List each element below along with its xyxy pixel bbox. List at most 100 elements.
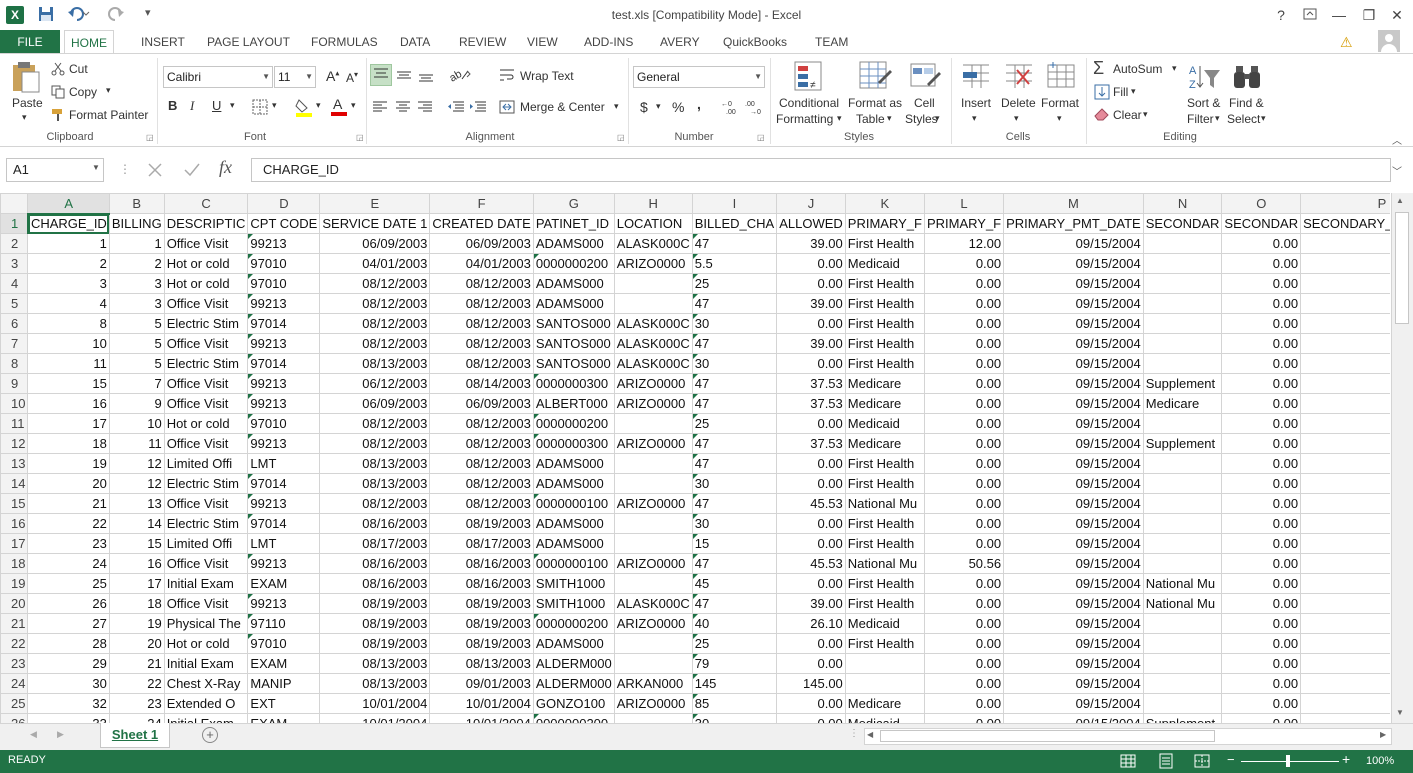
cell[interactable]: 08/12/2003 — [429, 313, 534, 334]
cell[interactable] — [1142, 653, 1223, 674]
cell[interactable]: 09/15/2004 — [1003, 653, 1144, 674]
cell[interactable]: Medicare — [1142, 393, 1223, 414]
tab-add-ins[interactable]: ADD-INS — [578, 30, 639, 54]
cell[interactable]: National Mu — [844, 493, 925, 514]
zoom-level[interactable]: 100% — [1366, 755, 1394, 767]
cell[interactable]: Initial Exam — [163, 713, 249, 723]
cell[interactable]: 09/15/2004 — [1003, 633, 1144, 654]
cell[interactable]: 09/15/2004 — [1300, 373, 1390, 394]
cell[interactable]: 08/12/2003 — [429, 473, 534, 494]
cell[interactable]: 12.00 — [923, 233, 1005, 254]
cell[interactable]: 0.00 — [923, 513, 1005, 534]
cell[interactable]: 09/15/2004 — [1300, 473, 1390, 494]
cell[interactable]: Medicaid — [844, 713, 925, 723]
cell[interactable] — [613, 413, 693, 434]
cell[interactable]: Office Visit — [163, 433, 249, 454]
cell[interactable] — [613, 273, 693, 294]
cell[interactable]: 06/12/2003 — [319, 373, 431, 394]
clear-dropdown-icon[interactable]: ▾ — [1143, 109, 1148, 120]
cell[interactable] — [1142, 273, 1223, 294]
cell[interactable]: 30 — [691, 713, 778, 723]
bold-button[interactable]: B — [168, 98, 177, 113]
cell[interactable]: 23 — [108, 693, 165, 714]
cell[interactable]: 99213 — [247, 373, 321, 394]
alignment-launcher-icon[interactable]: ◲ — [617, 133, 625, 142]
cell[interactable]: 09/15/2004 — [1003, 293, 1144, 314]
conditional-dropdown-icon[interactable]: ▾ — [837, 113, 842, 124]
help-button[interactable]: ? — [1266, 4, 1296, 26]
cell[interactable]: Medicaid — [844, 413, 925, 434]
delete-dropdown-icon[interactable]: ▾ — [1014, 113, 1019, 124]
cell[interactable]: 97010 — [247, 633, 321, 654]
number-launcher-icon[interactable]: ◲ — [757, 133, 765, 142]
cell[interactable]: 1 — [27, 233, 110, 254]
cell[interactable]: 11 — [108, 433, 165, 454]
cell[interactable]: First Health — [844, 513, 925, 534]
cell[interactable]: 99213 — [247, 393, 321, 414]
fill-dropdown-icon[interactable]: ▾ — [1131, 86, 1136, 97]
cell[interactable]: 09/15/2004 — [1003, 413, 1144, 434]
cell[interactable]: 06/09/2003 — [319, 393, 431, 414]
cell[interactable]: 0.00 — [923, 333, 1005, 354]
cell[interactable]: Office Visit — [163, 333, 249, 354]
cell[interactable]: ARIZO0000 — [613, 253, 693, 274]
cell[interactable]: CHARGE_ID — [27, 213, 110, 234]
row-header[interactable]: 26 — [0, 713, 29, 723]
cell[interactable]: SECONDARY_PMT_DATE — [1300, 213, 1390, 234]
clipboard-launcher-icon[interactable]: ◲ — [146, 133, 154, 142]
cell[interactable]: 0.00 — [776, 693, 846, 714]
cell[interactable]: 06/09/2003 — [319, 233, 431, 254]
cell[interactable]: EXT — [247, 693, 321, 714]
font-color-icon[interactable]: A — [330, 96, 348, 119]
cell[interactable]: 0000000100 — [532, 553, 615, 574]
cell[interactable]: ALASK000C — [613, 593, 693, 614]
fill-color-icon[interactable] — [295, 97, 313, 120]
cell[interactable] — [1142, 333, 1223, 354]
column-header[interactable]: N — [1142, 193, 1223, 214]
cell[interactable]: 08/16/2003 — [429, 553, 534, 574]
cell[interactable]: Limited Offi — [163, 453, 249, 474]
cell[interactable]: 09/15/2004 — [1300, 313, 1390, 334]
decrease-font-size-icon[interactable]: A▾ — [346, 70, 358, 85]
cell[interactable]: ALDERM000 — [532, 653, 615, 674]
column-header[interactable]: D — [247, 193, 321, 214]
cell[interactable] — [1142, 673, 1223, 694]
cell[interactable]: 0.00 — [1221, 573, 1302, 594]
cell[interactable]: 09/15/2004 — [1300, 633, 1390, 654]
cell[interactable]: 09/15/2004 — [1300, 353, 1390, 374]
cell[interactable]: 09/15/2004 — [1003, 473, 1144, 494]
cell[interactable]: 47 — [691, 333, 778, 354]
cell[interactable]: 45 — [691, 573, 778, 594]
column-header[interactable]: P — [1300, 193, 1390, 214]
cell[interactable]: 0.00 — [776, 473, 846, 494]
cell[interactable] — [1142, 233, 1223, 254]
expand-formula-bar-icon[interactable]: ﹀ — [1392, 163, 1402, 178]
cell[interactable]: Electric Stim — [163, 513, 249, 534]
horizontal-scroll-thumb[interactable] — [880, 730, 1215, 742]
cell[interactable] — [1142, 553, 1223, 574]
cell[interactable]: 23 — [27, 533, 110, 554]
merge-center-button[interactable]: Merge & Center — [520, 100, 605, 114]
format-as-table-button[interactable]: Format as — [848, 96, 902, 110]
cell[interactable]: 25 — [27, 573, 110, 594]
cell[interactable]: 5 — [108, 333, 165, 354]
scroll-up-icon[interactable]: ▲ — [1396, 196, 1404, 205]
font-launcher-icon[interactable]: ◲ — [356, 133, 364, 142]
tab-home[interactable]: HOME — [64, 30, 114, 54]
cell[interactable]: 09/15/2004 — [1300, 673, 1390, 694]
tab-formulas[interactable]: FORMULAS — [305, 30, 384, 54]
close-button[interactable]: ✕ — [1382, 4, 1412, 26]
cell[interactable]: 3 — [108, 273, 165, 294]
cell[interactable]: 0.00 — [776, 633, 846, 654]
cell[interactable]: 08/12/2003 — [319, 413, 431, 434]
cell[interactable]: SANTOS000 — [532, 353, 615, 374]
cell[interactable]: 145.00 — [776, 673, 846, 694]
cell[interactable]: ALDERM000 — [532, 673, 615, 694]
cell[interactable]: 97010 — [247, 273, 321, 294]
fill-button[interactable]: Fill — [1113, 85, 1128, 99]
cell[interactable]: Physical The — [163, 613, 249, 634]
cell[interactable]: Medicaid — [844, 613, 925, 634]
cell[interactable]: 09/15/2004 — [1003, 233, 1144, 254]
name-box-dropdown-icon[interactable]: ▼ — [92, 163, 100, 172]
tab-insert[interactable]: INSERT — [135, 30, 191, 54]
